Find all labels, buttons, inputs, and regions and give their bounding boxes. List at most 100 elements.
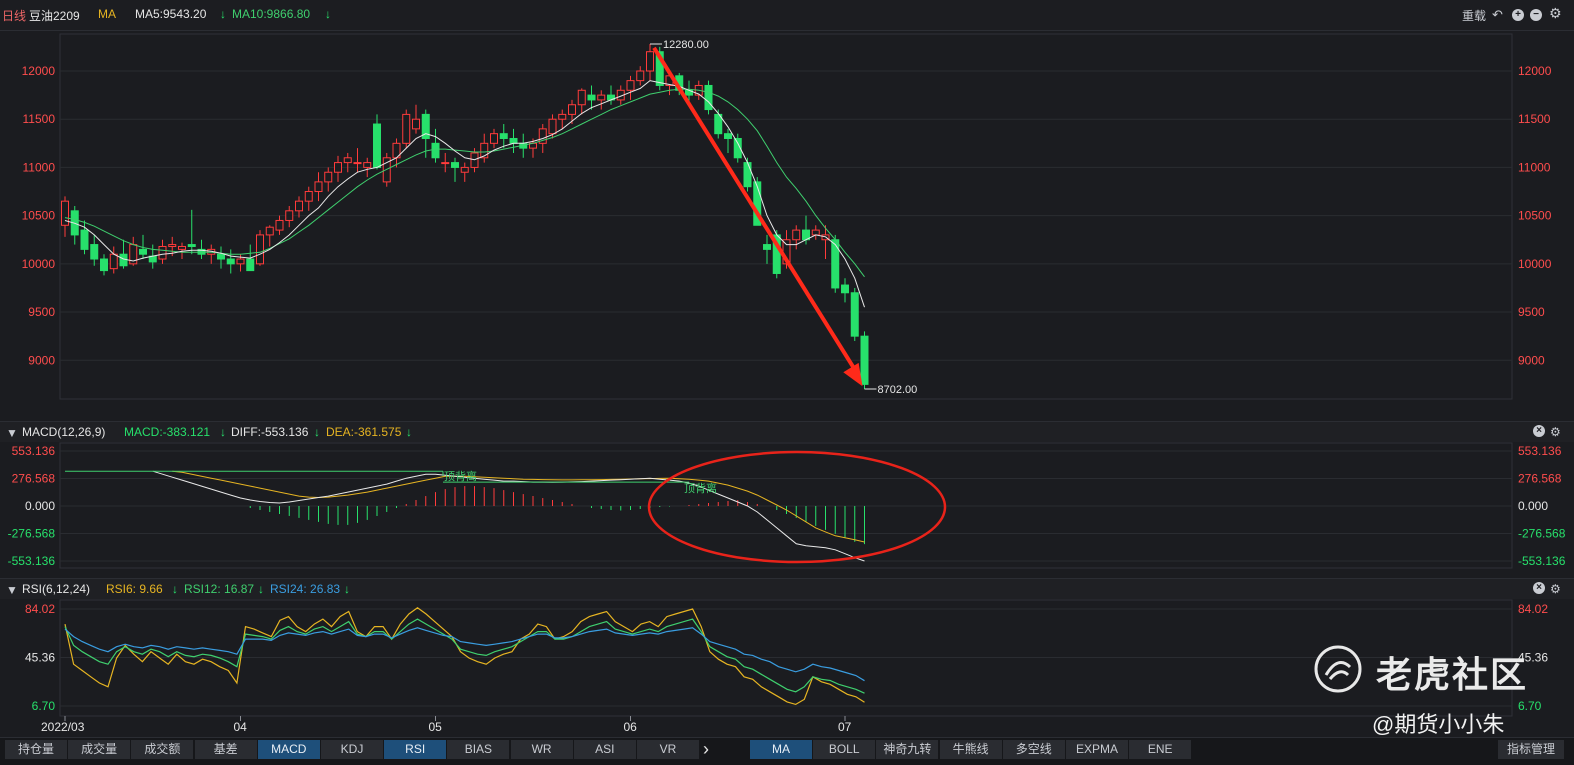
tab-7[interactable]: RSI: [384, 740, 448, 759]
tab-8[interactable]: BIAS: [447, 740, 511, 759]
candle-up: [568, 104, 576, 115]
candle-down: [743, 162, 752, 188]
candle-down: [509, 137, 518, 144]
tab-10[interactable]: ASI: [573, 740, 637, 759]
candle-up: [646, 51, 654, 72]
price-tick-left: 11500: [23, 112, 56, 126]
macd-tick-left: 276.568: [12, 472, 56, 486]
candle-up: [548, 118, 557, 135]
price-tick-left: 10000: [22, 257, 56, 271]
low-label: 8702.00: [878, 384, 918, 396]
price-tick-right: 10500: [1518, 209, 1552, 223]
tab-9[interactable]: WR: [510, 740, 574, 759]
tab-right-3[interactable]: 神奇九转: [876, 740, 940, 759]
high-label: 12280.00: [663, 39, 709, 51]
tab-right-7[interactable]: ENE: [1129, 740, 1193, 759]
x-tick-label: 07: [838, 720, 852, 734]
macd-tick-left: 553.136: [12, 444, 56, 458]
rsi12-line: [64, 618, 865, 694]
candle-down: [226, 258, 235, 265]
tab-6[interactable]: KDJ: [321, 740, 384, 759]
price-tick-left: 9500: [28, 305, 55, 319]
tab-4[interactable]: 基差: [194, 740, 258, 759]
x-tick-label: 2022/03: [41, 720, 85, 734]
candle-up: [334, 162, 342, 173]
watermark-author: @期货小小朱: [1372, 712, 1505, 737]
candle-up: [636, 70, 645, 82]
candle-up: [168, 244, 177, 247]
candle-up: [558, 113, 567, 120]
x-tick-label: 04: [234, 720, 248, 734]
candle-down: [100, 258, 108, 272]
candle-up: [275, 219, 284, 231]
tab-2[interactable]: 成交量: [68, 740, 132, 759]
candle-down: [431, 142, 440, 159]
tab-3[interactable]: 成交额: [131, 740, 195, 759]
candle-down: [90, 244, 99, 260]
macd-tick-left: 0.000: [25, 499, 55, 513]
candle-down: [860, 335, 869, 385]
price-tick-right: 11000: [1518, 160, 1551, 174]
rsi-tick-left: 45.36: [25, 651, 55, 665]
indicator-manage-button[interactable]: 指标管理: [1498, 740, 1565, 759]
trend-arrow-line: [652, 46, 859, 374]
candle-up: [353, 162, 362, 165]
candle-up: [265, 226, 274, 236]
watermark-brand: 老虎社区: [1376, 654, 1529, 695]
candle-down: [850, 292, 859, 337]
indicator-tabs: 持仓量 成交量 成交额 基差 MACD KDJ RSI BIAS WR ASI VR › MA BOLL 神…: [0, 737, 1574, 765]
more-tabs-icon[interactable]: ›: [703, 739, 709, 760]
tab-right-4[interactable]: 牛熊线: [939, 740, 1003, 759]
tab-right-5[interactable]: 多空线: [1002, 740, 1066, 759]
candle-up: [441, 162, 450, 165]
highlight-ellipse: [647, 450, 947, 564]
tab-1[interactable]: 持仓量: [5, 740, 68, 759]
tab-right-1[interactable]: MA: [750, 740, 813, 759]
candle-down: [763, 244, 771, 250]
price-tick-left: 11000: [23, 160, 56, 174]
rsi-tick-left: 6.70: [32, 699, 56, 713]
candle-down: [704, 84, 713, 111]
macd-tick-right: 276.568: [1518, 472, 1562, 486]
candle-up: [304, 191, 313, 202]
candle-down: [451, 162, 459, 168]
macd-tick-left: -276.568: [8, 527, 56, 541]
candle-up: [597, 94, 606, 101]
candle-down: [139, 248, 147, 255]
rsi-tick-right: 6.70: [1518, 699, 1542, 713]
tab-5[interactable]: MACD: [257, 740, 321, 759]
price-tick-right: 10000: [1518, 257, 1552, 271]
candle-up: [236, 258, 245, 265]
candle-up: [178, 245, 186, 250]
candle-up: [626, 80, 635, 91]
candle-down: [80, 229, 89, 250]
divergence-label-1: 顶背离: [444, 469, 477, 483]
tab-right-6[interactable]: EXPMA: [1066, 740, 1129, 759]
candle-up: [412, 118, 420, 130]
candle-up: [811, 229, 820, 236]
candle-down: [499, 133, 508, 139]
macd-tick-right: -276.568: [1518, 527, 1566, 541]
candle-up: [324, 171, 333, 183]
price-tick-right: 9500: [1518, 305, 1545, 319]
macd-tick-right: 553.136: [1518, 444, 1562, 458]
x-tick-label: 05: [429, 720, 443, 734]
price-tick-right: 12000: [1518, 64, 1552, 78]
candle-up: [109, 253, 118, 270]
tab-right-2[interactable]: BOLL: [813, 740, 877, 759]
tab-11[interactable]: VR: [637, 740, 700, 759]
diff-line: [152, 470, 865, 562]
divergence-label-2: 顶背离: [684, 481, 717, 495]
macd-tick-left: -553.136: [8, 554, 56, 568]
rsi-tick-right: 84.02: [1518, 602, 1548, 616]
chart-canvas[interactable]: 9000 9000 9500 9500 10000 10000 10500 10500 1100…: [0, 0, 1574, 737]
candle-up: [314, 181, 323, 193]
candle-down: [217, 253, 225, 260]
candle-up: [792, 229, 801, 241]
candle-up: [295, 200, 303, 212]
watermark: [1314, 645, 1364, 698]
candle-up: [577, 89, 586, 106]
candle-down: [831, 239, 840, 289]
price-tick-right: 11500: [1518, 112, 1551, 126]
rsi6-line: [64, 607, 865, 706]
